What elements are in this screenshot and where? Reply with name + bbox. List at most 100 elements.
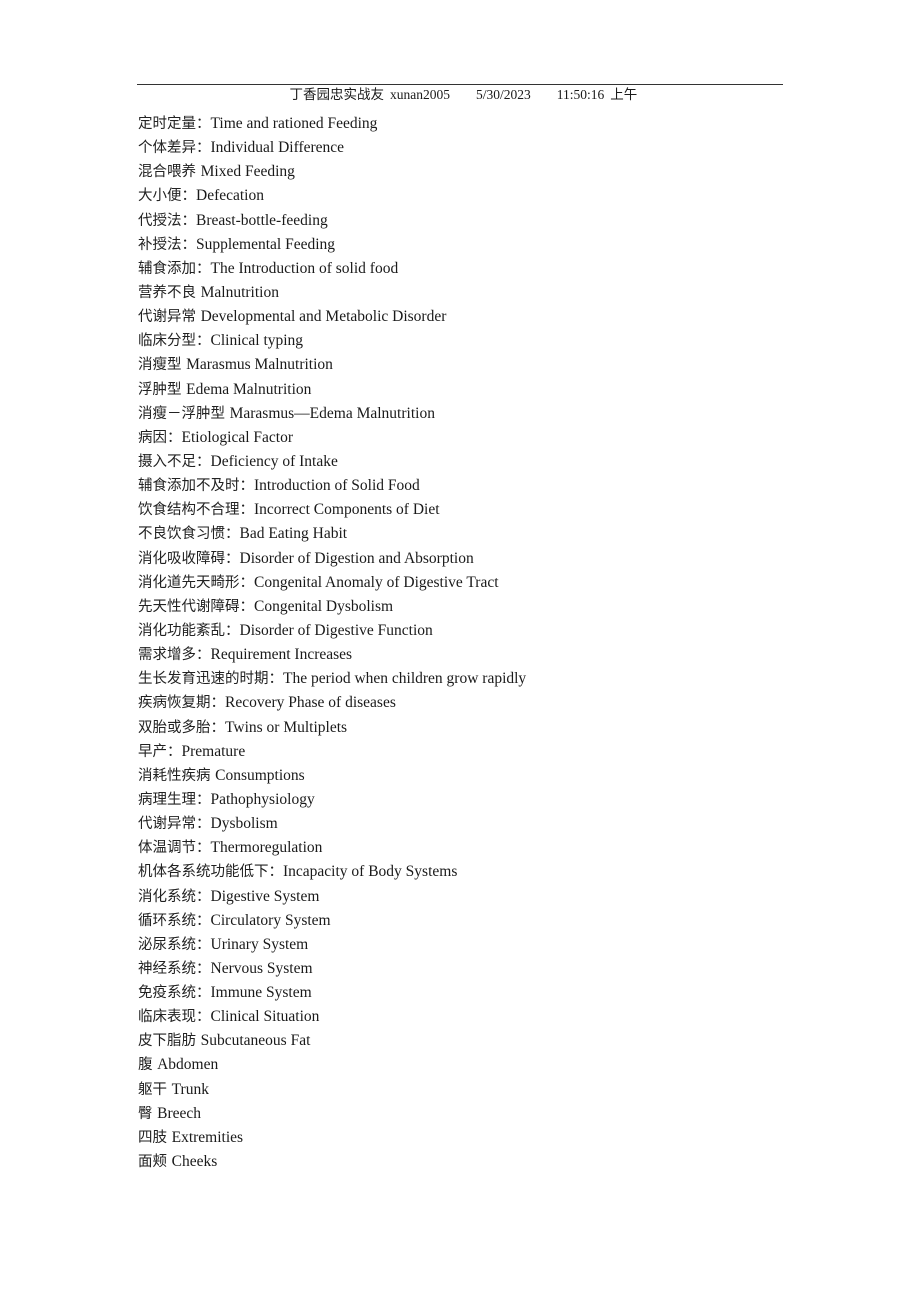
- term-chinese: 免疫系统：: [138, 985, 211, 1002]
- term-chinese: 代谢异常: [138, 309, 201, 326]
- term-chinese: 泌尿系统：: [138, 936, 211, 953]
- header-username: xunan2005: [389, 87, 450, 102]
- term-chinese: 代授法：: [138, 212, 196, 229]
- term-chinese: 需求增多：: [138, 647, 211, 664]
- term-chinese: 辅食添加：: [138, 260, 211, 277]
- term-english: Twins or Multiplets: [225, 718, 348, 736]
- term-chinese: 辅食添加不及时：: [138, 478, 254, 495]
- term-chinese: 消化道先天畸形：: [138, 574, 254, 591]
- glossary-entry: 病因：Etiological Factor: [138, 426, 778, 450]
- term-english: Marasmus—Edema Malnutrition: [229, 404, 435, 422]
- term-english: Introduction of Solid Food: [254, 477, 420, 495]
- glossary-entry: 浮肿型 Edema Malnutrition: [138, 378, 778, 402]
- term-chinese: 混合喂养: [138, 164, 201, 181]
- term-chinese: 临床分型：: [138, 333, 211, 350]
- term-english: Recovery Phase of diseases: [225, 694, 396, 712]
- glossary-entry: 消化功能紊乱：Disorder of Digestive Function: [138, 619, 778, 643]
- glossary-entry: 消化道先天畸形：Congenital Anomaly of Digestive …: [138, 571, 778, 595]
- term-chinese: 消耗性疾病: [138, 767, 216, 784]
- term-english: Clinical Situation: [210, 1008, 320, 1026]
- term-chinese: 神经系统：: [138, 960, 211, 977]
- glossary-entry: 个体差异：Individual Difference: [138, 136, 778, 160]
- term-english: Incapacity of Body Systems: [283, 863, 458, 881]
- glossary-entry: 补授法：Supplemental Feeding: [138, 233, 778, 257]
- term-chinese: 腹: [138, 1057, 158, 1074]
- term-chinese: 消化系统：: [138, 888, 211, 905]
- term-chinese: 病理生理：: [138, 791, 211, 808]
- glossary-entry: 代谢异常：Dysbolism: [138, 812, 778, 836]
- term-english: Defecation: [196, 187, 264, 205]
- term-chinese: 早产：: [138, 743, 182, 760]
- term-english: The Introduction of solid food: [210, 259, 399, 277]
- term-english: Extremities: [171, 1128, 244, 1146]
- term-english: Thermoregulation: [210, 839, 323, 857]
- glossary-entry: 先天性代谢障碍：Congenital Dysbolism: [138, 595, 778, 619]
- glossary-entry: 混合喂养 Mixed Feeding: [138, 160, 778, 184]
- header-ampm: 上午: [610, 87, 638, 102]
- term-english: Congenital Anomaly of Digestive Tract: [254, 573, 499, 591]
- term-english: Dysbolism: [210, 815, 278, 833]
- glossary-entry: 消化系统：Digestive System: [138, 885, 778, 909]
- glossary-entry: 消瘦型 Marasmus Malnutrition: [138, 353, 778, 377]
- glossary-entry: 摄入不足：Deficiency of Intake: [138, 450, 778, 474]
- term-chinese: 双胎或多胎：: [138, 719, 225, 736]
- glossary-entry: 消瘦－浮肿型 Marasmus—Edema Malnutrition: [138, 402, 778, 426]
- glossary-entry: 代授法：Breast-bottle-feeding: [138, 209, 778, 233]
- term-english: Circulatory System: [210, 911, 331, 929]
- header-time: 11:50:16: [556, 87, 605, 102]
- glossary-entry: 不良饮食习惯：Bad Eating Habit: [138, 522, 778, 546]
- glossary-entry: 皮下脂肪 Subcutaneous Fat: [138, 1029, 778, 1053]
- term-chinese: 四肢: [138, 1129, 172, 1146]
- term-chinese: 臀: [138, 1105, 158, 1122]
- glossary-entry: 腹 Abdomen: [138, 1053, 778, 1077]
- header-author: 丁香园忠实战友: [289, 87, 384, 102]
- term-english: Time and rationed Feeding: [210, 115, 378, 132]
- glossary-entry: 需求增多：Requirement Increases: [138, 643, 778, 667]
- term-english: Pathophysiology: [210, 790, 315, 808]
- term-chinese: 补授法：: [138, 236, 196, 253]
- term-chinese: 先天性代谢障碍：: [138, 598, 254, 615]
- term-chinese: 躯干: [138, 1081, 172, 1098]
- term-chinese: 生长发育迅速的时期：: [138, 671, 283, 688]
- glossary-entry: 消耗性疾病 Consumptions: [138, 764, 778, 788]
- term-english: Deficiency of Intake: [210, 452, 338, 470]
- term-english: Supplemental Feeding: [196, 235, 336, 253]
- glossary-entry: 大小便：Defecation: [138, 184, 778, 208]
- term-chinese: 大小便：: [138, 188, 196, 205]
- glossary-entry: 面颊 Cheeks: [138, 1150, 778, 1174]
- term-english: Clinical typing: [210, 332, 304, 350]
- term-english: Disorder of Digestion and Absorption: [239, 549, 474, 567]
- term-chinese: 营养不良: [138, 284, 201, 301]
- glossary-entry: 免疫系统：Immune System: [138, 981, 778, 1005]
- term-english: Premature: [181, 742, 246, 760]
- term-english: Malnutrition: [200, 283, 279, 301]
- term-english: Developmental and Metabolic Disorder: [200, 308, 447, 326]
- glossary-entry: 定时定量：Time and rationed Feeding: [138, 112, 778, 136]
- term-chinese: 疾病恢复期：: [138, 695, 225, 712]
- term-english: Digestive System: [210, 887, 320, 905]
- glossary-entry: 神经系统：Nervous System: [138, 957, 778, 981]
- term-english: Immune System: [210, 984, 312, 1002]
- term-chinese: 病因：: [138, 429, 182, 446]
- glossary-entry: 饮食结构不合理：Incorrect Components of Diet: [138, 498, 778, 522]
- term-english: Subcutaneous Fat: [200, 1032, 311, 1050]
- term-english: Breech: [157, 1104, 201, 1122]
- term-chinese: 体温调节：: [138, 840, 211, 857]
- glossary-entry: 臀 Breech: [138, 1102, 778, 1126]
- term-english: Cheeks: [171, 1153, 218, 1171]
- term-english: Individual Difference: [210, 139, 345, 157]
- term-english: Breast-bottle-feeding: [196, 211, 328, 229]
- term-chinese: 面颊: [138, 1154, 172, 1171]
- glossary-entry: 辅食添加：The Introduction of solid food: [138, 257, 778, 281]
- glossary-entry: 泌尿系统：Urinary System: [138, 933, 778, 957]
- term-chinese: 消瘦型: [138, 357, 187, 374]
- term-english: Requirement Increases: [210, 646, 353, 664]
- term-english: Consumptions: [215, 766, 305, 784]
- glossary-entry: 早产：Premature: [138, 740, 778, 764]
- glossary-entry: 辅食添加不及时：Introduction of Solid Food: [138, 474, 778, 498]
- term-chinese: 饮食结构不合理：: [138, 502, 254, 519]
- term-english: Bad Eating Habit: [239, 525, 348, 543]
- term-english: Nervous System: [210, 959, 313, 977]
- term-chinese: 摄入不足：: [138, 453, 211, 470]
- glossary-entry: 躯干 Trunk: [138, 1078, 778, 1102]
